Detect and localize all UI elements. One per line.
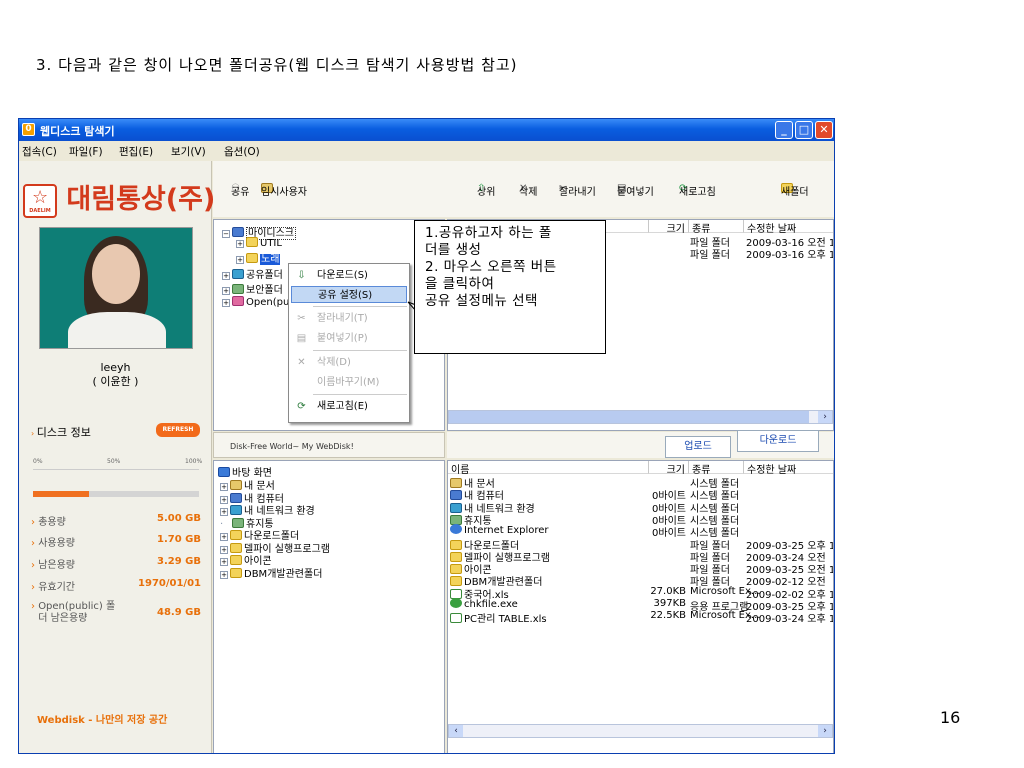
instruction-callout: 1.공유하고자 하는 폴 더를 생성 2. 마우스 오른쪽 버튼 을 클릭하여 공유 설… [414,220,606,354]
callout-line: 2. 마우스 오른쪽 버튼 [425,259,557,275]
callout-line: 1.공유하고자 하는 폴 [425,225,552,241]
callout-line: 을 클릭하여 [425,276,495,292]
callout-line: 더를 생성 [425,242,482,258]
callout-line: 공유 설정메뉴 선택 [425,293,538,309]
callout-pointer [407,301,505,340]
